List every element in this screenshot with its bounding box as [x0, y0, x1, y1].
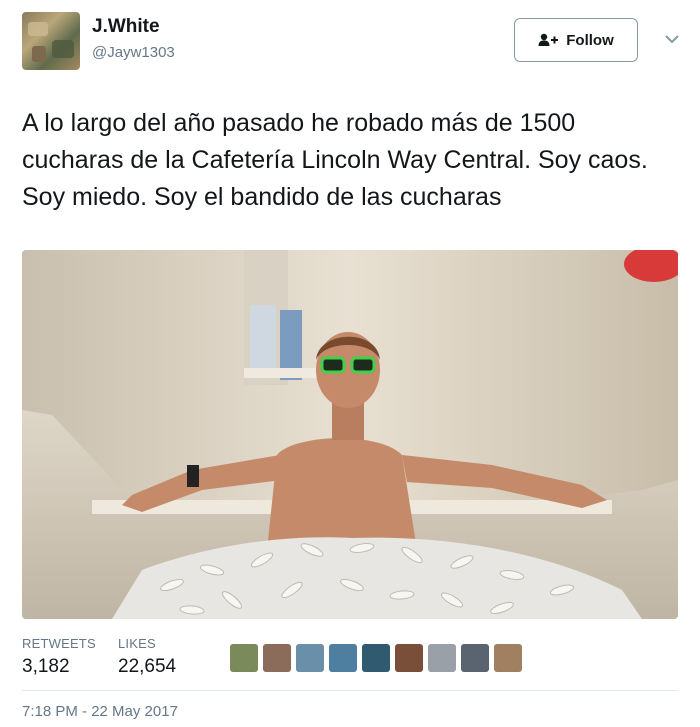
liker-avatar[interactable] — [263, 644, 291, 672]
tweet-text: A lo largo del año pasado he robado más … — [22, 109, 648, 211]
tweet-timestamp[interactable]: 7:18 PM - 22 May 2017 — [22, 703, 178, 720]
follow-label: Follow — [566, 31, 614, 49]
tweet-header: J.White @Jayw1303 Follow — [22, 12, 682, 74]
retweets-label: RETWEETS — [22, 636, 96, 651]
liker-avatar[interactable] — [329, 644, 357, 672]
divider — [22, 690, 678, 691]
likes-label: LIKES — [118, 636, 156, 651]
tweet-photo[interactable] — [22, 250, 678, 619]
likes-stat[interactable]: LIKES 22,654 — [118, 636, 176, 678]
liker-avatar[interactable] — [395, 644, 423, 672]
follow-button[interactable]: Follow — [514, 18, 638, 62]
retweets-stat[interactable]: RETWEETS 3,182 — [22, 636, 96, 678]
liker-avatar[interactable] — [230, 644, 258, 672]
user-handle[interactable]: @Jayw1303 — [92, 44, 175, 61]
liker-avatar[interactable] — [428, 644, 456, 672]
liker-avatar[interactable] — [461, 644, 489, 672]
bathtub-photo — [22, 250, 678, 619]
avatar[interactable] — [22, 12, 80, 70]
retweets-count: 3,182 — [22, 656, 70, 677]
follow-user-icon — [538, 33, 560, 47]
liker-avatar[interactable] — [362, 644, 390, 672]
user-name[interactable]: J.White — [92, 16, 160, 38]
likes-count: 22,654 — [118, 656, 177, 677]
liker-avatars — [230, 644, 527, 672]
liker-avatar[interactable] — [494, 644, 522, 672]
tweet-stats: RETWEETS 3,182 LIKES 22,654 — [22, 636, 678, 686]
liker-avatar[interactable] — [296, 644, 324, 672]
chevron-down-icon[interactable] — [662, 28, 682, 48]
